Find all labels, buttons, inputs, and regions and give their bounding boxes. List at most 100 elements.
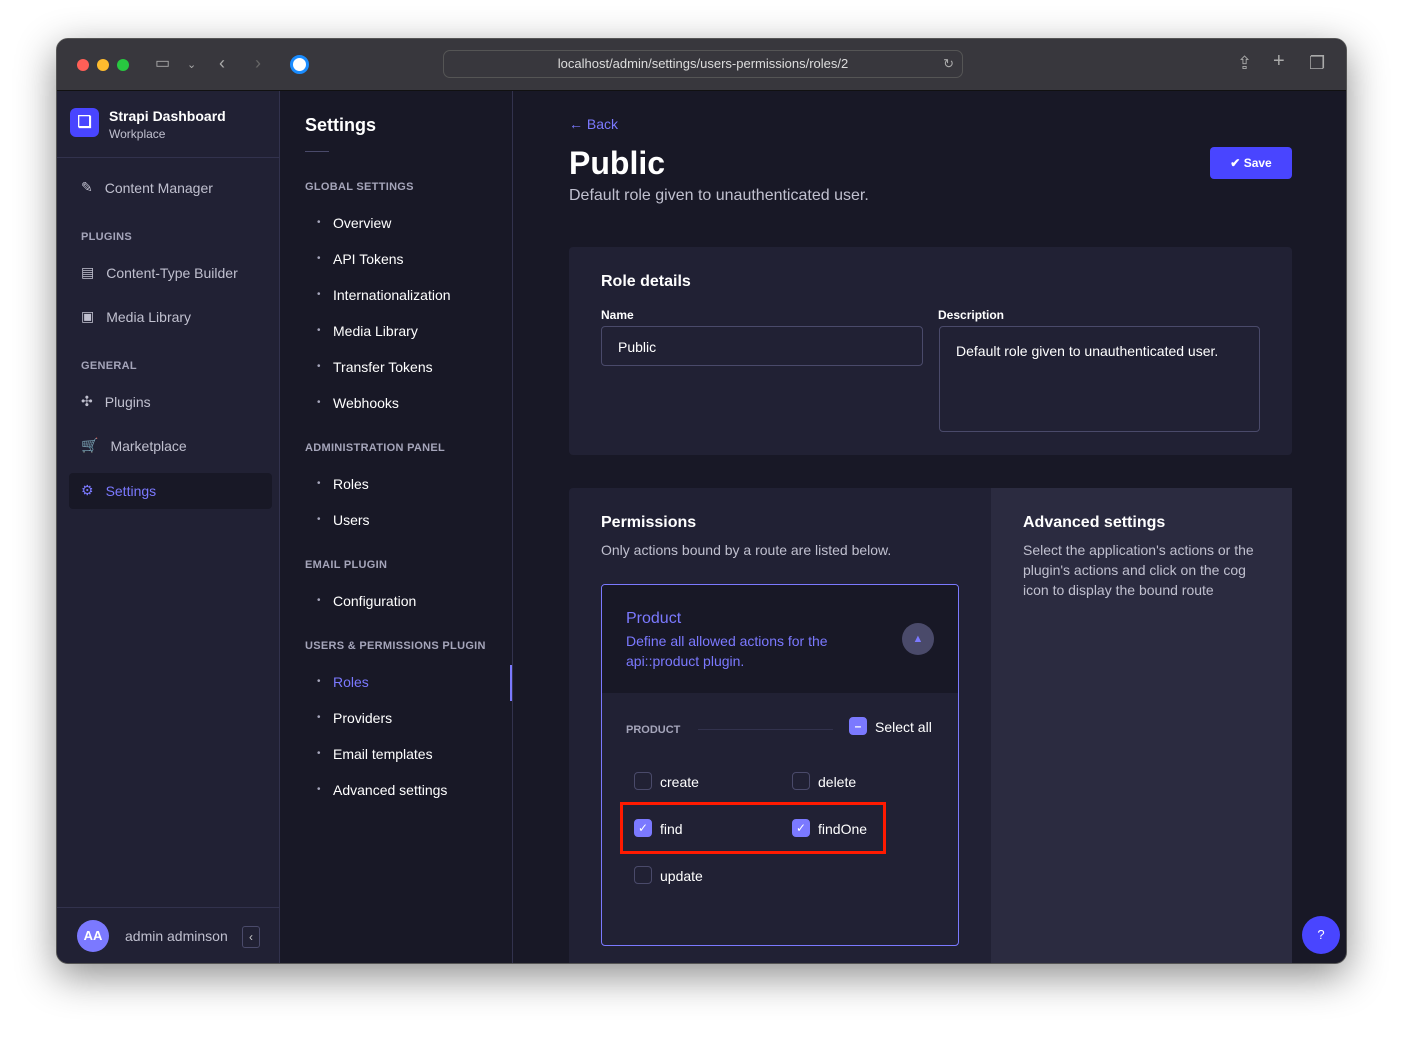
permissions-card: Permissions Only actions bound by a rout… xyxy=(569,488,1292,963)
nav-label: Marketplace xyxy=(110,437,187,454)
card-subtitle: Only actions bound by a route are listed… xyxy=(601,542,892,558)
nav-content-manager[interactable]: ✎ Content Manager xyxy=(81,179,213,196)
url-text: localhost/admin/settings/users-permissio… xyxy=(557,56,849,71)
nav-settings[interactable]: ⚙ Settings xyxy=(69,473,272,509)
main-sidebar: ❏ Strapi Dashboard Workplace ✎ Content Ma… xyxy=(57,91,280,963)
cog-icon: ⚙ xyxy=(81,482,94,498)
brand: ❏ Strapi Dashboard Workplace xyxy=(57,91,279,158)
puzzle-icon: ✣ xyxy=(81,393,93,409)
nav-advanced-settings[interactable]: Advanced settings xyxy=(317,782,447,798)
new-tab-icon[interactable]: + xyxy=(1273,50,1285,73)
share-icon[interactable]: ⇪ xyxy=(1237,53,1252,74)
nav-transfer-tokens[interactable]: Transfer Tokens xyxy=(317,359,433,375)
user-name[interactable]: admin adminson xyxy=(125,928,228,944)
password-manager-icon[interactable] xyxy=(290,55,309,74)
help-button[interactable]: ? xyxy=(1302,916,1340,954)
select-all-label: Select all xyxy=(875,719,932,735)
feather-icon: ✎ xyxy=(81,179,93,195)
back-nav-icon[interactable]: ‹ xyxy=(219,53,225,74)
nav-marketplace[interactable]: 🛒 Marketplace xyxy=(81,437,187,454)
collapse-icon[interactable]: ▲ xyxy=(902,623,934,655)
card-heading: Role details xyxy=(601,273,691,290)
nav-media-library[interactable]: ▣ Media Library xyxy=(81,308,191,325)
name-label: Name xyxy=(601,308,634,322)
strapi-logo: ❏ xyxy=(70,108,99,137)
name-input[interactable]: Public xyxy=(601,326,923,366)
create-checkbox[interactable] xyxy=(634,772,652,790)
description-textarea[interactable]: Default role given to unauthenticated us… xyxy=(939,326,1260,432)
back-link[interactable]: ← Back xyxy=(569,116,618,132)
nav-label: Settings xyxy=(105,482,157,499)
nav-label: Content Manager xyxy=(104,179,213,196)
nav-content-type-builder[interactable]: ▤ Content-Type Builder xyxy=(81,264,238,281)
group-description: Define all allowed actions for the api::… xyxy=(626,633,828,669)
cart-icon: 🛒 xyxy=(81,437,99,453)
nav-api-tokens[interactable]: API Tokens xyxy=(317,251,403,267)
browser-window: ▭ ⌄ ‹ › localhost/admin/settings/users-p… xyxy=(56,38,1347,964)
group-title: Product xyxy=(626,610,682,627)
nav-admin-roles[interactable]: Roles xyxy=(317,476,369,492)
permission-group-product: Product Define all allowed actions for t… xyxy=(601,584,959,946)
nav-admin-users[interactable]: Users xyxy=(317,512,369,528)
maximize-window-button[interactable] xyxy=(117,59,129,71)
address-bar[interactable]: localhost/admin/settings/users-permissio… xyxy=(443,50,963,78)
section-label: PRODUCT xyxy=(626,724,681,736)
chevron-down-icon[interactable]: ⌄ xyxy=(187,58,196,71)
select-all-checkbox[interactable]: – xyxy=(849,717,867,735)
save-button[interactable]: ✔ Save xyxy=(1210,147,1292,179)
sidebar-toggle-icon[interactable]: ▭ xyxy=(155,53,170,73)
settings-title: Settings xyxy=(305,115,377,135)
card-heading: Permissions xyxy=(601,514,697,531)
section-heading: GENERAL xyxy=(81,360,137,372)
highlight-box xyxy=(620,802,886,854)
forward-nav-icon[interactable]: › xyxy=(255,53,261,74)
tabs-overview-icon[interactable]: ❐ xyxy=(1309,53,1325,74)
description-label: Description xyxy=(938,308,1005,322)
nav-email-templates[interactable]: Email templates xyxy=(317,746,433,762)
main-content: ← Back Public Default role given to unau… xyxy=(513,91,1346,963)
nav-internationalization[interactable]: Internationalization xyxy=(317,287,450,303)
close-window-button[interactable] xyxy=(77,59,89,71)
nav-overview[interactable]: Overview xyxy=(317,215,391,231)
avatar[interactable]: AA xyxy=(77,920,109,952)
divider xyxy=(305,151,329,152)
nav-plugins[interactable]: ✣ Plugins xyxy=(81,393,151,410)
panel-heading: Advanced settings xyxy=(1023,514,1166,531)
accordion-header[interactable]: Product Define all allowed actions for t… xyxy=(602,585,958,693)
page-title: Public xyxy=(569,145,666,181)
checkbox-label: create xyxy=(660,774,699,790)
update-checkbox[interactable] xyxy=(634,866,652,884)
checkbox-label: delete xyxy=(818,774,857,790)
user-footer: AA admin adminson ‹ xyxy=(57,907,279,963)
section-heading: PLUGINS xyxy=(81,231,132,243)
section-heading: GLOBAL SETTINGS xyxy=(305,181,414,193)
reload-icon[interactable]: ↻ xyxy=(943,51,954,77)
delete-checkbox[interactable] xyxy=(792,772,810,790)
nav-webhooks[interactable]: Webhooks xyxy=(317,395,399,411)
save-label: Save xyxy=(1243,156,1272,170)
check-icon: ✔ xyxy=(1230,156,1241,170)
settings-nav: Settings GLOBAL SETTINGS Overview API To… xyxy=(281,91,513,963)
browser-toolbar: ▭ ⌄ ‹ › localhost/admin/settings/users-p… xyxy=(57,39,1346,91)
nav-label: Plugins xyxy=(104,393,151,410)
panel-text: Select the application's actions or the … xyxy=(1023,542,1254,598)
image-icon: ▣ xyxy=(81,308,95,324)
role-details-card: Role details Name Public Description Def… xyxy=(569,247,1292,455)
collapse-sidebar-button[interactable]: ‹ xyxy=(242,926,260,948)
nav-media-library-settings[interactable]: Media Library xyxy=(317,323,418,339)
nav-label: Media Library xyxy=(106,308,192,325)
nav-providers[interactable]: Providers xyxy=(317,710,392,726)
checkbox-label: update xyxy=(660,868,703,884)
nav-up-roles[interactable]: Roles xyxy=(317,674,369,690)
section-heading: ADMINISTRATION PANEL xyxy=(305,442,446,454)
nav-email-configuration[interactable]: Configuration xyxy=(317,593,416,609)
divider xyxy=(698,729,833,730)
back-label: Back xyxy=(586,116,619,132)
minimize-window-button[interactable] xyxy=(97,59,109,71)
nav-label: Content-Type Builder xyxy=(106,264,238,281)
brand-title: Strapi Dashboard xyxy=(109,108,226,124)
layout-icon: ▤ xyxy=(81,264,95,280)
page-subtitle: Default role given to unauthenticated us… xyxy=(569,187,869,204)
advanced-settings-panel: Advanced settings Select the application… xyxy=(991,488,1292,963)
section-heading: EMAIL PLUGIN xyxy=(305,559,388,571)
